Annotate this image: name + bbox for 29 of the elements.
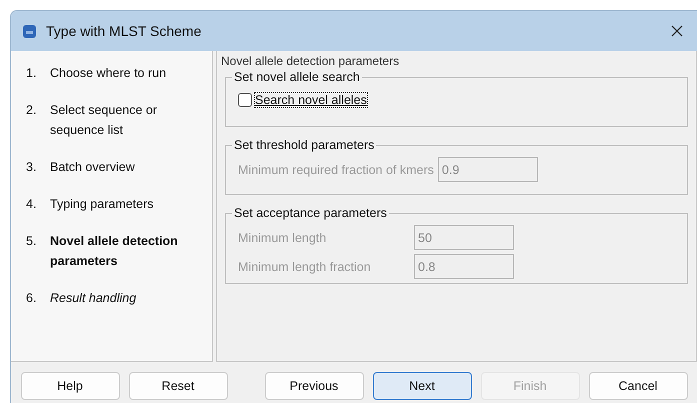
dialog-button[interactable]: Next — [372, 372, 472, 400]
group-title: Set threshold parameters — [233, 137, 376, 153]
step-number: 5. — [26, 233, 38, 250]
step-label: Choose where to run — [50, 65, 168, 82]
step-number: 1. — [26, 65, 38, 82]
step-label: Result handling — [50, 290, 138, 307]
dialog-button[interactable]: Reset — [128, 372, 228, 400]
dialog-button[interactable]: Help — [20, 372, 120, 400]
group-title: Set novel allele search — [233, 69, 361, 85]
step-number: 2. — [26, 102, 38, 119]
checkbox[interactable] — [238, 93, 252, 107]
field-label: Minimum required fraction of kmers — [238, 162, 434, 176]
step-label: Select sequence or sequence list — [50, 102, 158, 139]
dialog-button[interactable]: Previous — [264, 372, 364, 400]
dialog-button[interactable]: Cancel — [588, 372, 688, 400]
window-title: Type with MLST Scheme — [46, 23, 202, 39]
page-title: Novel allele detection parameters — [221, 53, 400, 69]
field-label: Minimum length — [238, 230, 328, 244]
checkbox-label[interactable]: Search novel alleles — [255, 93, 367, 107]
step-label: Typing parameters — [50, 196, 155, 213]
field-label: Minimum length fraction — [238, 260, 372, 274]
close-icon — [671, 25, 683, 37]
app-icon — [23, 24, 36, 38]
step-label: Batch overview — [50, 159, 136, 176]
step-number: 6. — [26, 290, 38, 307]
step-number: 4. — [26, 196, 38, 213]
group-title: Set acceptance parameters — [233, 205, 388, 221]
step-number: 3. — [26, 159, 38, 176]
step-label: Novel allele detection parameters — [50, 233, 179, 270]
